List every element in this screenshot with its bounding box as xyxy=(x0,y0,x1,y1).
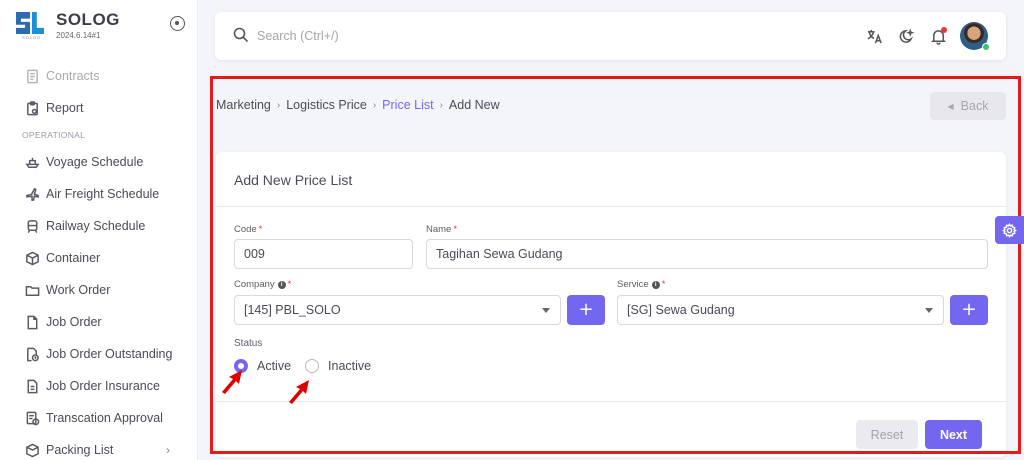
solog-logo: SOLOG xyxy=(16,10,46,40)
sidebar-item-voyage-schedule[interactable]: Voyage Schedule xyxy=(0,146,198,178)
bell-icon[interactable] xyxy=(928,26,948,46)
package-icon xyxy=(24,442,40,458)
sidebar-item-railway-schedule[interactable]: Railway Schedule xyxy=(0,210,198,242)
gear-icon xyxy=(1002,222,1017,238)
sidebar-item-label: Contracts xyxy=(46,69,100,83)
plane-icon xyxy=(24,186,40,202)
file-text-icon xyxy=(24,68,40,84)
topbar xyxy=(215,12,1006,60)
sidebar-item-label: Packing List xyxy=(46,443,114,457)
file-doc-icon xyxy=(24,378,40,394)
search-input[interactable] xyxy=(257,24,557,48)
sidebar-item-container[interactable]: Container xyxy=(0,242,198,274)
moon-icon[interactable] xyxy=(896,26,916,46)
brand[interactable]: SOLOG SOLOG 2024.6.14#1 xyxy=(16,10,120,40)
train-icon xyxy=(24,218,40,234)
file-clock-icon xyxy=(24,346,40,362)
sidebar-item-label: Container xyxy=(46,251,101,265)
sidebar-menu: Contracts Report OPERATIONAL Voyage Sche… xyxy=(0,60,198,460)
sidebar-item-transcation-approval[interactable]: Transcation Approval xyxy=(0,402,198,434)
online-status-dot xyxy=(982,43,990,51)
approval-icon xyxy=(24,410,40,426)
ship-icon xyxy=(24,154,40,170)
sidebar-item-label: Report xyxy=(46,101,84,115)
sidebar-item-label: Job Order Insurance xyxy=(46,379,160,393)
sidebar-item-report[interactable]: Report xyxy=(0,92,198,124)
avatar[interactable] xyxy=(960,22,990,51)
sidebar-item-label: Railway Schedule xyxy=(46,219,146,233)
sidebar-item-work-order[interactable]: Work Order xyxy=(0,274,198,306)
search-icon xyxy=(233,27,249,43)
annotation-highlight-box xyxy=(210,76,1021,454)
sidebar-item-job-order[interactable]: Job Order xyxy=(0,306,198,338)
sidebar-item-label: Job Order xyxy=(46,315,102,329)
sidebar-item-contracts[interactable]: Contracts xyxy=(0,60,198,92)
sidebar-item-label: Voyage Schedule xyxy=(46,155,144,169)
sidebar-item-label: Job Order Outstanding xyxy=(46,347,173,361)
sidebar-item-label: Air Freight Schedule xyxy=(46,187,160,201)
file-icon xyxy=(24,314,40,330)
sidebar-item-packing-list[interactable]: Packing List › xyxy=(0,434,198,460)
brand-version: 2024.6.14#1 xyxy=(56,31,101,40)
sidebar-item-air-freight-schedule[interactable]: Air Freight Schedule xyxy=(0,178,198,210)
sidebar-item-label: Work Order xyxy=(46,283,111,297)
chevron-right-icon: › xyxy=(166,443,170,457)
folder-icon xyxy=(24,282,40,298)
box-icon xyxy=(24,250,40,266)
section-label-operational: OPERATIONAL xyxy=(22,130,86,140)
sidebar-item-job-order-outstanding[interactable]: Job Order Outstanding xyxy=(0,338,198,370)
sidebar-item-job-order-insurance[interactable]: Job Order Insurance xyxy=(0,370,198,402)
report-icon xyxy=(24,100,40,116)
sidebar: SOLOG SOLOG 2024.6.14#1 Contracts Report… xyxy=(0,0,198,460)
sidebar-item-label: Transcation Approval xyxy=(46,411,163,425)
settings-button[interactable] xyxy=(995,216,1024,244)
sidebar-collapse-icon[interactable] xyxy=(170,16,185,31)
translate-icon[interactable] xyxy=(864,26,884,46)
notification-dot xyxy=(941,27,947,33)
brand-name: SOLOG xyxy=(56,10,120,29)
